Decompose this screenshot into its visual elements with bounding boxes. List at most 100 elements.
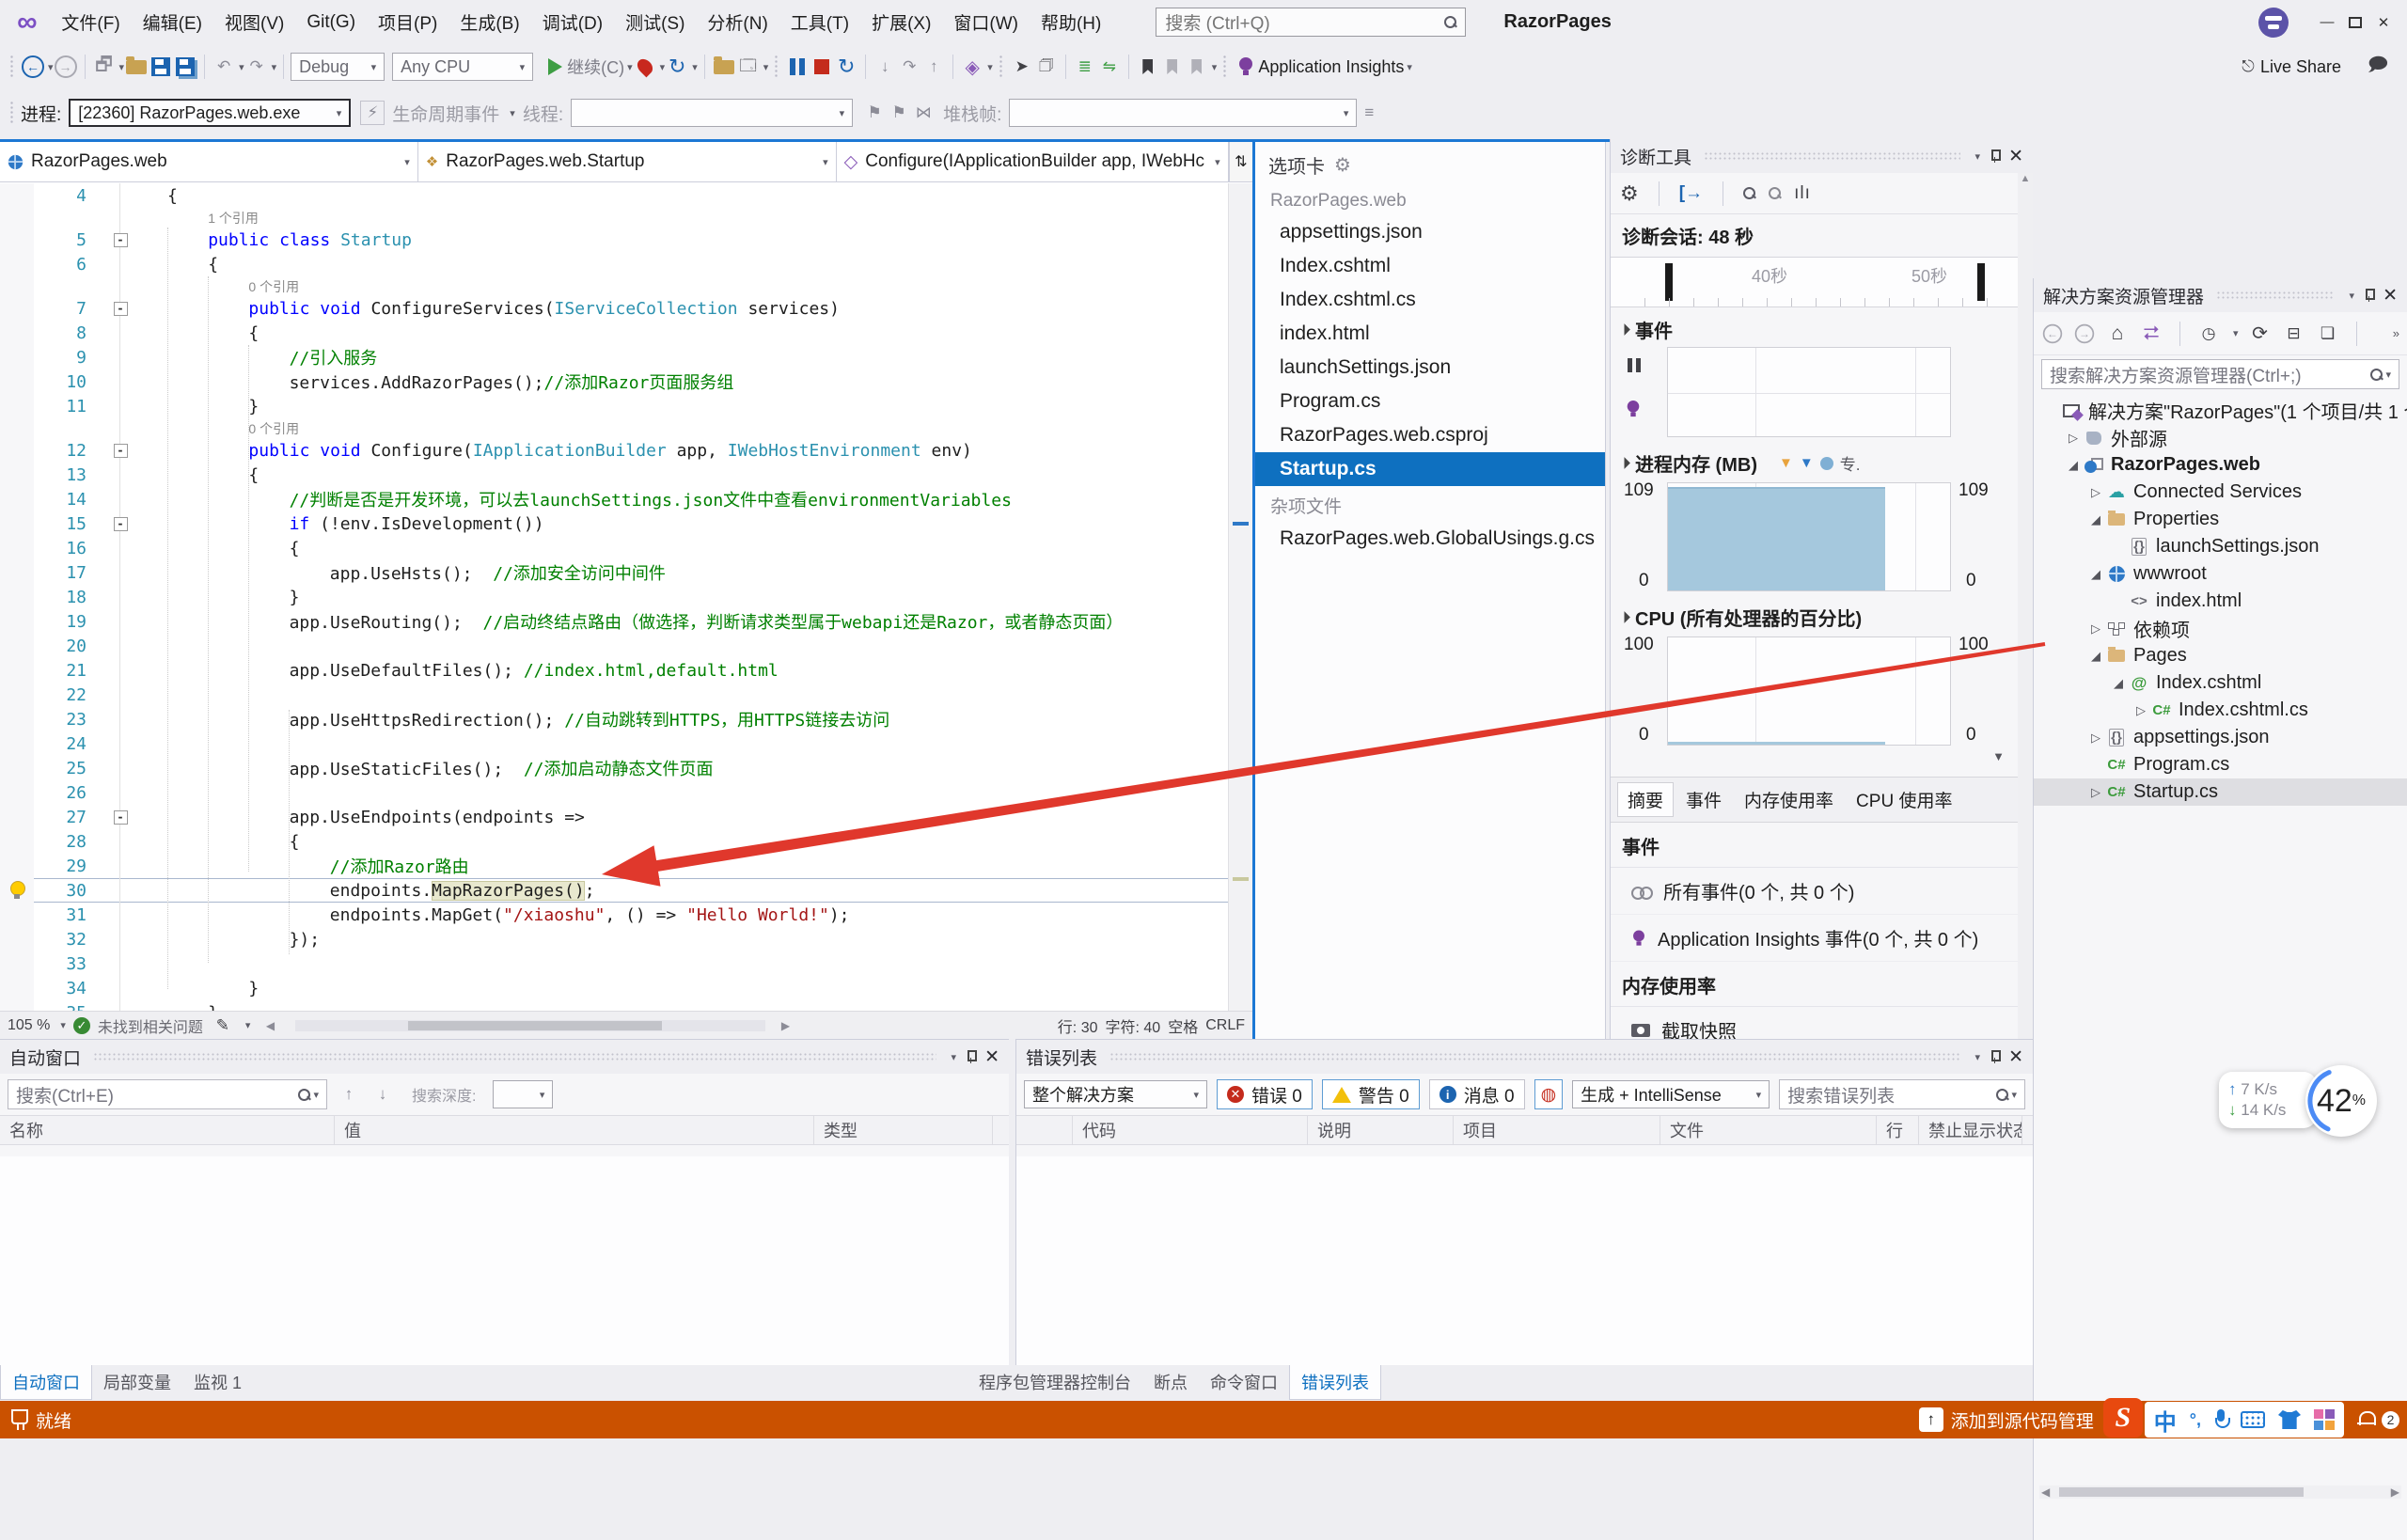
code-text[interactable]: }: [132, 979, 259, 998]
diagnostics-tab[interactable]: CPU 使用率: [1847, 783, 1961, 816]
summary-row[interactable]: Application Insights 事件(0 个, 共 0 个): [1611, 915, 2018, 962]
summary-row[interactable]: 所有事件(0 个, 共 0 个): [1611, 868, 2018, 915]
pin-icon[interactable]: [1989, 149, 2000, 163]
sync-active-document-icon[interactable]: ⮂: [2139, 322, 2163, 346]
column-header[interactable]: 项目: [1454, 1116, 1660, 1144]
tree-item[interactable]: C#Program.cs: [2034, 751, 2407, 778]
code-line[interactable]: 5-public class Startup: [0, 228, 1228, 252]
restart-app-icon[interactable]: ↻: [665, 55, 689, 79]
toolbar-grip[interactable]: [9, 101, 15, 125]
column-header[interactable]: 名称: [0, 1116, 335, 1144]
codelens-row[interactable]: 0 个引用: [0, 418, 1228, 438]
add-to-source-control[interactable]: ↑ 添加到源代码管理: [1919, 1407, 2094, 1433]
codelens-row[interactable]: 1 个引用: [0, 208, 1228, 228]
column-header[interactable]: [1016, 1116, 1073, 1144]
collapsed-arrow-icon[interactable]: ▷: [2132, 703, 2150, 718]
code-text[interactable]: public void ConfigureServices(IServiceCo…: [132, 299, 840, 319]
codelens-row[interactable]: 0 个引用: [0, 276, 1228, 296]
document-tab[interactable]: Startup.cs: [1255, 452, 1605, 486]
codelens-label[interactable]: 0 个引用: [132, 419, 299, 438]
microphone-icon[interactable]: [2214, 1409, 2227, 1430]
live-share-icon[interactable]: ⎋: [2236, 55, 2260, 79]
timeline-range-start[interactable]: [1665, 263, 1673, 301]
navigate-forward-icon[interactable]: →: [54, 55, 78, 79]
panel-tab[interactable]: 命令窗口: [1199, 1365, 1289, 1399]
window-position-icon[interactable]: ▾: [1975, 1051, 1981, 1063]
diagnostics-tab[interactable]: 摘要: [1618, 783, 1673, 816]
autos-column-headers[interactable]: 名称值类型: [0, 1115, 1009, 1145]
code-text[interactable]: public class Startup: [132, 230, 412, 250]
code-text[interactable]: app.UseStaticFiles(); //添加启动静态文件页面: [132, 756, 714, 780]
code-line[interactable]: 17app.UseHsts(); //添加安全访问中间件: [0, 560, 1228, 585]
step-into-icon[interactable]: ↓: [873, 55, 897, 79]
solution-horizontal-scrollbar[interactable]: ◀ ▶: [2039, 1485, 2401, 1499]
fold-margin[interactable]: [109, 854, 132, 878]
panel-tab[interactable]: 监视 1: [182, 1365, 253, 1399]
fold-collapse-icon[interactable]: -: [114, 302, 128, 316]
code-text[interactable]: }: [132, 588, 299, 607]
split-editor-icon[interactable]: ⇅: [1229, 142, 1252, 181]
column-header[interactable]: 类型: [814, 1116, 993, 1144]
fold-margin[interactable]: [109, 927, 132, 951]
code-cleanup-icon[interactable]: ✎: [211, 1014, 235, 1038]
document-tab[interactable]: Index.cshtml: [1255, 249, 1605, 283]
collapsed-arrow-icon[interactable]: ▷: [2086, 485, 2105, 500]
ime-mode-toggle[interactable]: 中: [2154, 1404, 2177, 1437]
forward-icon[interactable]: →: [2075, 323, 2094, 342]
minimize-button[interactable]: —: [2313, 10, 2341, 35]
break-all-icon[interactable]: [785, 55, 810, 79]
menu-item[interactable]: 视图(V): [213, 4, 295, 40]
application-insights-label[interactable]: Application Insights: [1258, 57, 1404, 77]
toolbar-grip[interactable]: [999, 55, 1004, 79]
fold-margin[interactable]: [109, 345, 132, 369]
code-line[interactable]: 30endpoints.MapRazorPages();: [0, 878, 1228, 903]
prev-result-icon[interactable]: ↑: [337, 1082, 361, 1107]
fold-margin[interactable]: [109, 658, 132, 683]
expanded-arrow-icon[interactable]: ◢: [2086, 512, 2105, 527]
error-column-headers[interactable]: 代码说明项目文件行禁止显示状态: [1016, 1115, 2033, 1145]
summary-link-label[interactable]: 所有事件(0 个, 共 0 个): [1663, 877, 1854, 904]
fold-margin[interactable]: [109, 878, 132, 903]
progress-percent-widget[interactable]: 42 %: [2305, 1065, 2377, 1137]
code-text[interactable]: app.UseEndpoints(endpoints =>: [132, 808, 585, 827]
column-header[interactable]: 说明: [1308, 1116, 1454, 1144]
code-text[interactable]: {: [132, 186, 178, 206]
code-text[interactable]: //引入服务: [132, 345, 377, 369]
code-text[interactable]: {: [132, 255, 218, 275]
fold-margin[interactable]: [109, 369, 132, 394]
live-share-label[interactable]: Live Share: [2260, 57, 2341, 77]
menu-item[interactable]: 调试(D): [531, 4, 614, 40]
pending-changes-filter-icon[interactable]: ◷: [2196, 322, 2221, 346]
scroll-down-icon[interactable]: ▼: [1611, 749, 2018, 763]
expanded-arrow-icon[interactable]: ◢: [2064, 458, 2083, 473]
panel-tab[interactable]: 自动窗口: [0, 1365, 92, 1400]
warnings-filter-button[interactable]: 警告 0: [1322, 1079, 1420, 1109]
code-line[interactable]: 35}: [0, 1000, 1228, 1011]
open-file-icon[interactable]: [124, 55, 149, 79]
reset-view-icon[interactable]: ılı: [1794, 183, 1811, 204]
collapsed-arrow-icon[interactable]: ▷: [2086, 621, 2105, 636]
fold-margin[interactable]: [109, 634, 132, 658]
diagnostics-tab[interactable]: 事件: [1676, 783, 1731, 816]
code-text[interactable]: }: [132, 1003, 218, 1012]
memory-graph[interactable]: [1667, 482, 1951, 591]
toolbar-overflow-icon[interactable]: ≡: [1357, 101, 1381, 125]
refresh-icon[interactable]: ⟳: [2248, 322, 2273, 346]
overflow-chevrons-icon[interactable]: »: [2393, 326, 2399, 340]
eol-mode[interactable]: CRLF: [1205, 1017, 1245, 1034]
code-line[interactable]: 8{: [0, 321, 1228, 345]
menu-item[interactable]: 生成(B): [448, 4, 530, 40]
back-icon[interactable]: ←: [2043, 323, 2062, 342]
gear-icon[interactable]: ⚙: [1334, 153, 1351, 177]
show-next-statement-icon[interactable]: ➤: [1010, 55, 1034, 79]
track-active-item-icon[interactable]: ≣: [1073, 55, 1097, 79]
code-line[interactable]: 9//引入服务: [0, 345, 1228, 369]
home-icon[interactable]: ⌂: [2105, 322, 2130, 346]
code-text[interactable]: {: [132, 465, 259, 485]
code-line[interactable]: 29//添加Razor路由: [0, 854, 1228, 878]
fold-margin[interactable]: [109, 683, 132, 707]
code-line[interactable]: 24: [0, 731, 1228, 756]
stackframe-combo[interactable]: ▾: [1009, 99, 1357, 127]
tree-item[interactable]: <>index.html: [2034, 588, 2407, 615]
save-icon[interactable]: [149, 55, 173, 79]
